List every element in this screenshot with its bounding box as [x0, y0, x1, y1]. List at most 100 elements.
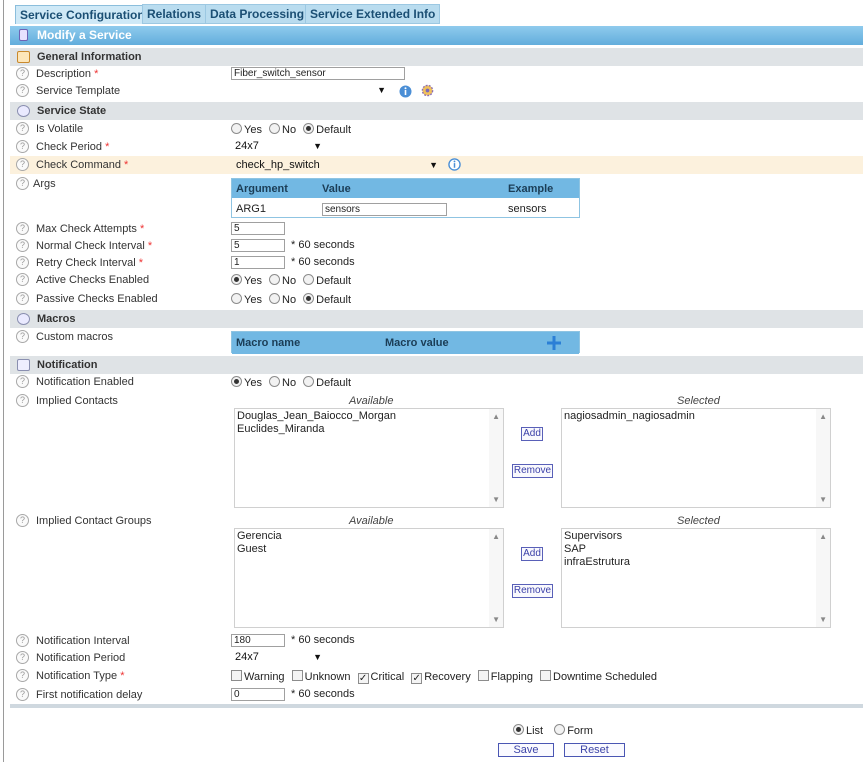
- groups-available-list[interactable]: Gerencia Guest ▲ ▼: [234, 528, 504, 628]
- list-item[interactable]: Supervisors: [564, 530, 622, 542]
- option-label: Yes: [244, 294, 262, 306]
- template-gear-icon[interactable]: [421, 84, 434, 97]
- help-icon[interactable]: ?: [16, 651, 29, 664]
- help-icon[interactable]: ?: [16, 177, 29, 190]
- remove-group-button[interactable]: Remove: [512, 584, 553, 598]
- notification-interval-input[interactable]: 180: [231, 634, 285, 647]
- description-input[interactable]: Fiber_switch_sensor: [231, 67, 405, 80]
- row-max-check-attempts: ? Max Check Attempts * 5: [10, 220, 863, 238]
- contacts-selected-list[interactable]: nagiosadmin_nagiosadmin ▲ ▼: [561, 408, 831, 508]
- list-item[interactable]: Guest: [237, 543, 266, 555]
- unit-label: * 60 seconds: [291, 688, 355, 700]
- volatile-yes-radio[interactable]: [231, 123, 242, 134]
- active-yes-radio[interactable]: [231, 274, 242, 285]
- check-period-select[interactable]: 24x7 ▼: [235, 139, 322, 154]
- active-default-radio[interactable]: [303, 274, 315, 285]
- passive-yes-radio[interactable]: [231, 293, 242, 304]
- critical-checkbox[interactable]: ✓: [357, 673, 369, 684]
- list-item[interactable]: Euclides_Miranda: [237, 423, 324, 435]
- help-icon[interactable]: ?: [16, 256, 29, 269]
- help-icon[interactable]: ?: [16, 84, 29, 97]
- form-radio[interactable]: [554, 724, 566, 735]
- help-icon[interactable]: ?: [16, 273, 29, 286]
- unknown-checkbox[interactable]: [291, 670, 303, 681]
- max-check-attempts-input[interactable]: 5: [231, 222, 285, 235]
- add-contact-button[interactable]: Add: [521, 427, 543, 441]
- service-template-select[interactable]: ▼: [231, 83, 386, 98]
- option-label: List: [526, 725, 544, 737]
- help-icon[interactable]: ?: [16, 634, 29, 647]
- notification-type-options: Warning Unknown ✓ Critical ✓ Recovery Flap…: [231, 670, 661, 684]
- flapping-checkbox[interactable]: [477, 670, 489, 681]
- help-icon[interactable]: ?: [16, 292, 29, 305]
- tab-service-extended-info[interactable]: Service Extended Info: [305, 4, 441, 24]
- retry-check-interval-input[interactable]: 1: [231, 256, 285, 269]
- row-implied-contacts: ? Implied Contacts Available Selected Do…: [10, 392, 863, 512]
- tab-service-configuration[interactable]: Service Configuration: [15, 5, 150, 25]
- option-label: Recovery: [424, 671, 471, 683]
- scrollbar[interactable]: ▲ ▼: [816, 409, 830, 507]
- help-icon[interactable]: ?: [16, 140, 29, 153]
- contacts-available-list[interactable]: Douglas_Jean_Baiocco_Morgan Euclides_Mir…: [234, 408, 504, 508]
- remove-contact-button[interactable]: Remove: [512, 464, 553, 478]
- passive-no-radio[interactable]: [269, 293, 281, 304]
- add-macro-icon[interactable]: [547, 336, 561, 350]
- warning-checkbox[interactable]: [231, 670, 242, 681]
- help-icon[interactable]: ?: [16, 330, 29, 343]
- notif-default-radio[interactable]: [303, 376, 315, 387]
- downtime-scheduled-checkbox[interactable]: [540, 670, 552, 681]
- field-label: Implied Contact Groups: [36, 515, 152, 527]
- list-item[interactable]: infraEstrutura: [564, 556, 630, 568]
- column-header: Macro name: [236, 337, 301, 349]
- help-icon[interactable]: ?: [16, 67, 29, 80]
- option-label: Default: [316, 377, 351, 389]
- help-icon[interactable]: ?: [16, 158, 29, 171]
- section-macros: Macros: [10, 310, 863, 328]
- passive-checks-options: Yes No Default: [231, 293, 355, 306]
- option-label: Default: [316, 124, 351, 136]
- help-icon[interactable]: ?: [16, 669, 29, 682]
- passive-default-radio[interactable]: [303, 293, 315, 304]
- template-info-icon[interactable]: [399, 85, 412, 98]
- help-icon[interactable]: ?: [16, 394, 29, 407]
- tab-data-processing[interactable]: Data Processing: [205, 4, 310, 24]
- save-button[interactable]: Save: [498, 743, 554, 757]
- help-icon[interactable]: ?: [16, 514, 29, 527]
- field-label: Args: [33, 178, 56, 190]
- list-item[interactable]: Douglas_Jean_Baiocco_Morgan: [237, 410, 396, 422]
- scrollbar[interactable]: ▲ ▼: [489, 409, 503, 507]
- arg-value-input[interactable]: sensors: [322, 203, 447, 216]
- list-item[interactable]: SAP: [564, 543, 586, 555]
- clipboard-icon: [17, 51, 30, 63]
- field-label: Notification Period: [36, 652, 126, 664]
- recovery-checkbox[interactable]: ✓: [411, 673, 423, 684]
- scrollbar[interactable]: ▲ ▼: [816, 529, 830, 627]
- first-notification-delay-input[interactable]: 0: [231, 688, 285, 701]
- help-icon[interactable]: ?: [16, 239, 29, 252]
- section-notification: Notification: [10, 356, 863, 374]
- scrollbar[interactable]: ▲ ▼: [489, 529, 503, 627]
- command-info-icon[interactable]: [448, 158, 461, 171]
- add-group-button[interactable]: Add: [521, 547, 543, 561]
- volatile-default-radio[interactable]: [303, 123, 315, 134]
- tab-relations[interactable]: Relations: [142, 4, 207, 24]
- notif-no-radio[interactable]: [269, 376, 281, 387]
- notif-yes-radio[interactable]: [231, 376, 242, 387]
- reset-button[interactable]: Reset: [564, 743, 625, 757]
- list-radio[interactable]: [513, 724, 524, 735]
- help-icon[interactable]: ?: [16, 688, 29, 701]
- help-icon[interactable]: ?: [16, 122, 29, 135]
- notification-period-select[interactable]: 24x7 ▼: [235, 650, 322, 665]
- normal-check-interval-input[interactable]: 5: [231, 239, 285, 252]
- groups-selected-list[interactable]: Supervisors SAP infraEstrutura ▲ ▼: [561, 528, 831, 628]
- help-icon[interactable]: ?: [16, 222, 29, 235]
- row-implied-contact-groups: ? Implied Contact Groups Available Selec…: [10, 512, 863, 632]
- list-item[interactable]: Gerencia: [237, 530, 282, 542]
- list-item[interactable]: nagiosadmin_nagiosadmin: [564, 410, 695, 422]
- check-command-select[interactable]: check_hp_switch ▼: [236, 158, 438, 173]
- active-no-radio[interactable]: [269, 274, 281, 285]
- help-icon[interactable]: ?: [16, 375, 29, 388]
- volatile-no-radio[interactable]: [269, 123, 281, 134]
- option-label: Warning: [244, 671, 285, 683]
- field-label: First notification delay: [36, 689, 143, 701]
